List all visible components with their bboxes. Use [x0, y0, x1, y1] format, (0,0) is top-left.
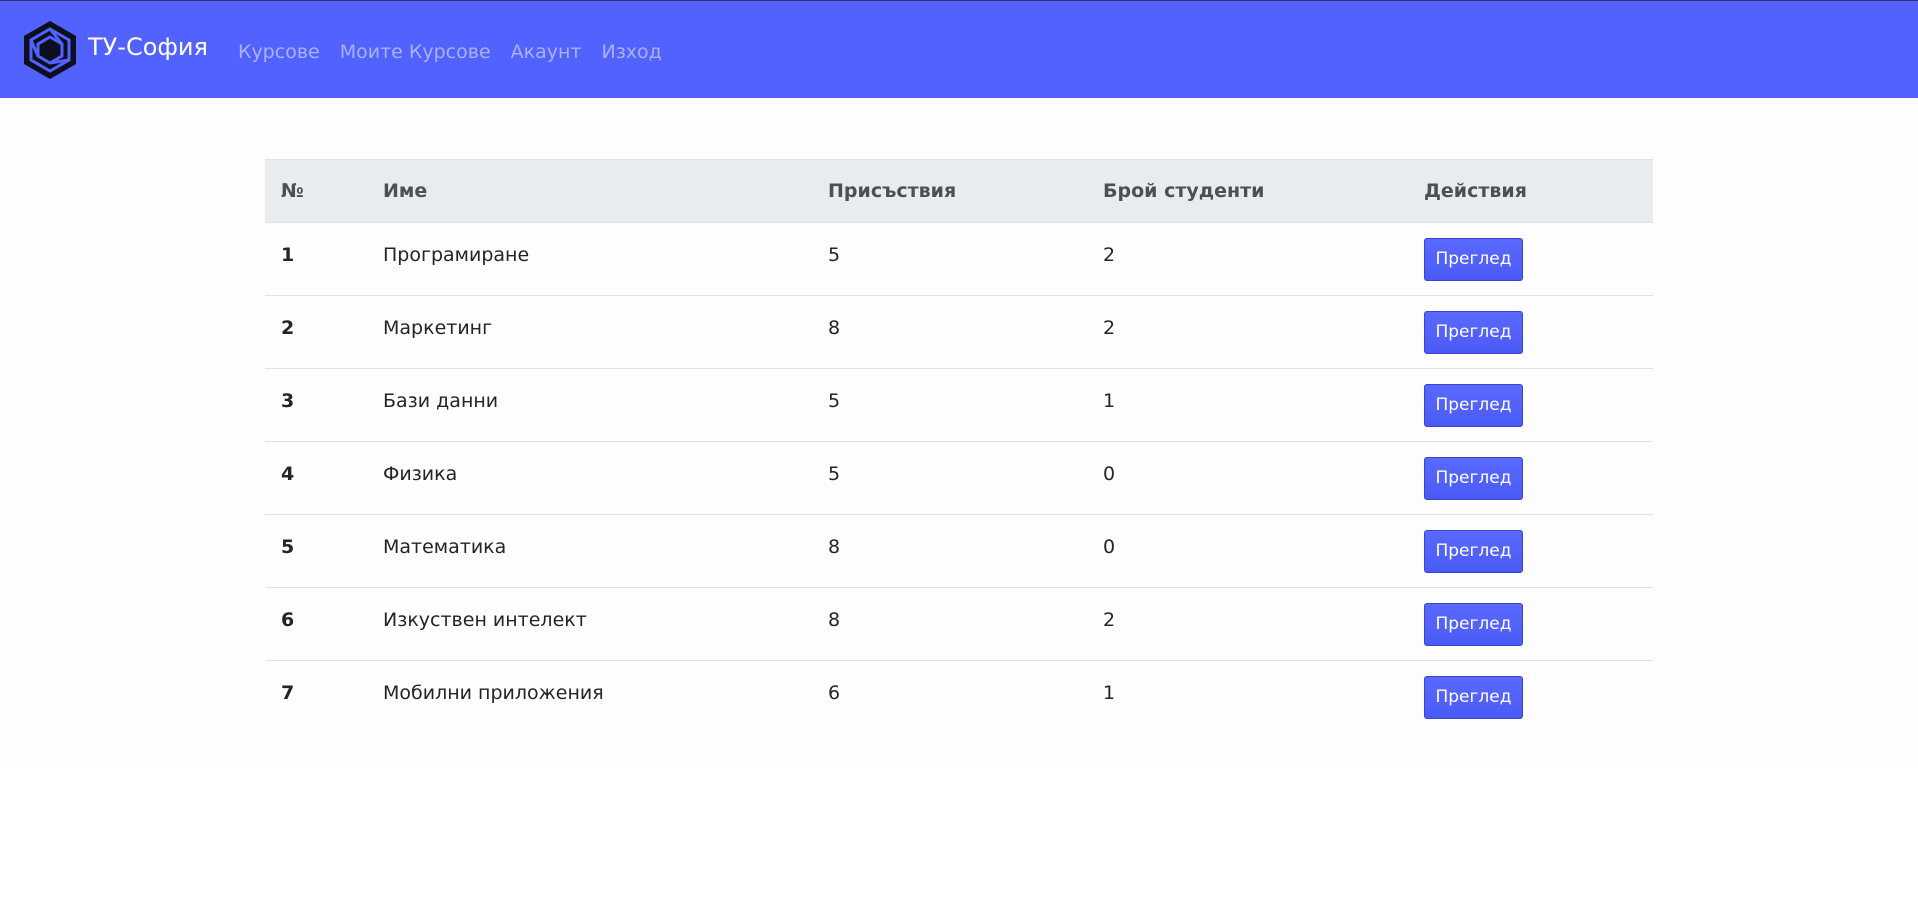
- row-actions: Преглед: [1408, 587, 1653, 661]
- table-row: 2 Маркетинг 8 2 Преглед: [265, 295, 1653, 369]
- view-button[interactable]: Преглед: [1424, 311, 1523, 354]
- course-attendance: 5: [812, 222, 1087, 296]
- nav-link-my-courses[interactable]: Моите Курсове: [340, 41, 491, 63]
- nav-link-courses[interactable]: Курсове: [238, 41, 320, 63]
- column-header-attendance: Присъствия: [812, 159, 1087, 223]
- course-attendance: 5: [812, 441, 1087, 515]
- course-name: Бази данни: [367, 368, 812, 442]
- course-students: 2: [1087, 587, 1408, 661]
- column-header-name: Име: [367, 159, 812, 223]
- course-name: Изкуствен интелект: [367, 587, 812, 661]
- row-number: 4: [265, 441, 367, 515]
- row-number: 1: [265, 222, 367, 296]
- course-attendance: 8: [812, 587, 1087, 661]
- view-button[interactable]: Преглед: [1424, 530, 1523, 573]
- course-attendance: 8: [812, 295, 1087, 369]
- table-row: 5 Математика 8 0 Преглед: [265, 514, 1653, 588]
- table-header-row: № Име Присъствия Брой студенти Действия: [265, 159, 1653, 223]
- brand-title: ТУ-София: [88, 32, 208, 61]
- view-button[interactable]: Преглед: [1424, 603, 1523, 646]
- course-students: 1: [1103, 682, 1116, 704]
- view-button[interactable]: Преглед: [1424, 676, 1523, 719]
- course-students: 2: [1087, 295, 1408, 369]
- row-number: 3: [265, 368, 367, 442]
- view-button[interactable]: Преглед: [1424, 384, 1523, 427]
- course-name: Математика: [367, 514, 812, 588]
- column-header-number: №: [265, 159, 367, 223]
- course-students: 0: [1087, 514, 1408, 588]
- row-number: 5: [265, 514, 367, 588]
- courses-table-container: № Име Присъствия Брой студенти Действия …: [265, 159, 1653, 734]
- courses-table: № Име Присъствия Брой студенти Действия …: [265, 159, 1653, 734]
- row-number: 7: [281, 682, 295, 704]
- nav-links: Курсове Моите Курсове Акаунт Изход: [238, 41, 682, 63]
- table-row: 1 Програмиране 5 2 Преглед: [265, 222, 1653, 296]
- course-attendance: 5: [812, 368, 1087, 442]
- row-actions: Преглед: [1408, 222, 1653, 296]
- brand-link[interactable]: ТУ-София: [20, 19, 208, 81]
- nav-link-logout[interactable]: Изход: [602, 41, 662, 63]
- course-name: Програмиране: [367, 222, 812, 296]
- row-number: 6: [265, 587, 367, 661]
- course-students: 2: [1087, 222, 1408, 296]
- course-name: Маркетинг: [367, 295, 812, 369]
- row-actions: Преглед: [1408, 295, 1653, 369]
- course-students: 1: [1087, 368, 1408, 442]
- course-name: Физика: [367, 441, 812, 515]
- row-actions: Преглед: [1408, 514, 1653, 588]
- top-navbar: ТУ-София Курсове Моите Курсове Акаунт Из…: [0, 0, 1918, 98]
- course-name: Мобилни приложения: [383, 682, 604, 704]
- view-button[interactable]: Преглед: [1424, 238, 1523, 281]
- row-number: 2: [265, 295, 367, 369]
- table-row: 3 Бази данни 5 1 Преглед: [265, 368, 1653, 442]
- view-button[interactable]: Преглед: [1424, 457, 1523, 500]
- row-actions: Преглед: [1408, 661, 1653, 734]
- row-actions: Преглед: [1408, 368, 1653, 442]
- course-attendance: 8: [812, 514, 1087, 588]
- column-header-students: Брой студенти: [1087, 159, 1408, 223]
- course-students: 0: [1087, 441, 1408, 515]
- nav-link-account[interactable]: Акаунт: [511, 41, 582, 63]
- hexagon-logo-icon: [24, 20, 76, 79]
- course-attendance: 6: [828, 682, 841, 704]
- table-row: 7 Мобилни приложения 6 1 Преглед: [265, 661, 1653, 734]
- row-actions: Преглед: [1408, 441, 1653, 515]
- table-row: 4 Физика 5 0 Преглед: [265, 441, 1653, 515]
- column-header-actions: Действия: [1408, 159, 1653, 223]
- table-row: 6 Изкуствен интелект 8 2 Преглед: [265, 587, 1653, 661]
